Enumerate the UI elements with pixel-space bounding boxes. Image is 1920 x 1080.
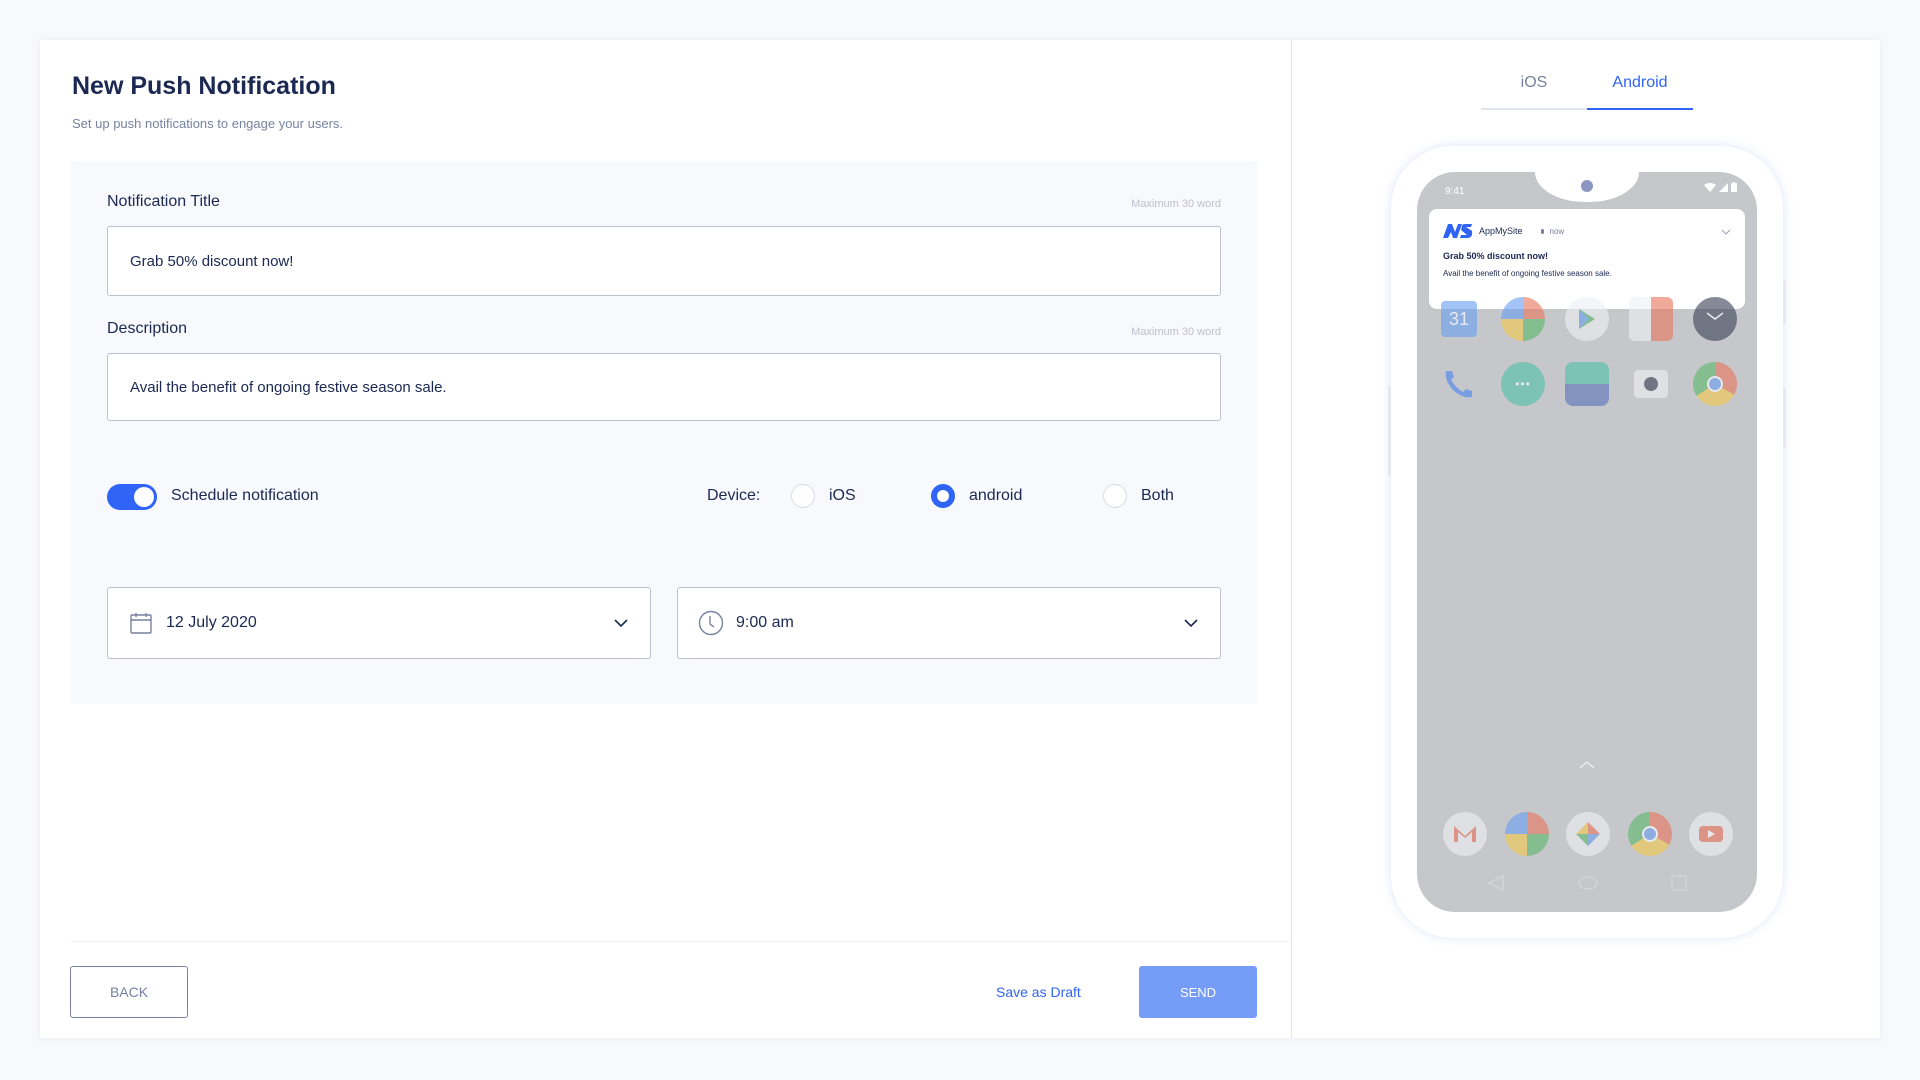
calendar-app-icon[interactable]: 31	[1441, 301, 1477, 337]
page-subtitle: Set up push notifications to engage your…	[72, 116, 344, 131]
notification-title-hint: Maximum 30 word	[1131, 198, 1221, 210]
phone-side-button	[1388, 386, 1391, 476]
notification-body: Avail the benefit of ongoing festive sea…	[1443, 269, 1612, 278]
expand-chevron-icon	[1721, 222, 1731, 240]
home-nav-icon[interactable]	[1578, 876, 1598, 890]
battery-icon	[1731, 182, 1737, 192]
footer-divider	[71, 941, 1291, 942]
phone-app-icon[interactable]	[1437, 362, 1481, 406]
tab-android[interactable]: Android	[1587, 64, 1693, 110]
back-button[interactable]: BACK	[70, 966, 188, 1018]
radio-button[interactable]	[1103, 484, 1127, 508]
device-radio-both[interactable]: Both	[1103, 483, 1174, 509]
description-input[interactable]	[107, 353, 1221, 421]
date-value: 12 July 2020	[166, 614, 257, 631]
radio-label: android	[969, 487, 1023, 504]
gallery-app-icon[interactable]	[1565, 362, 1609, 406]
calendar-icon	[128, 610, 154, 636]
main-card: New Push Notification Set up push notifi…	[40, 40, 1880, 1038]
toggle-knob	[134, 487, 154, 507]
notification-preview: AppMySite now Grab 50% discount now! Ava…	[1429, 209, 1745, 309]
radio-label: Both	[1141, 487, 1174, 504]
radio-label: iOS	[829, 487, 856, 504]
page-title: New Push Notification	[72, 72, 336, 100]
device-radio-android[interactable]: android	[931, 483, 1022, 509]
radio-button-selected[interactable]	[931, 484, 955, 508]
status-icons	[1704, 182, 1737, 192]
tab-ios[interactable]: iOS	[1481, 64, 1587, 108]
phone-mockup: 9:41 AppMySite now Grab 50% discount now…	[1388, 146, 1786, 938]
camera-app-icon[interactable]	[1634, 370, 1668, 398]
description-hint: Maximum 30 word	[1131, 326, 1221, 338]
appmysite-logo-icon	[1443, 224, 1473, 238]
phone-screen: 9:41 AppMySite now Grab 50% discount now…	[1417, 172, 1757, 912]
preview-panel: iOS Android 9:41 AppMySite now Grab 50% …	[1293, 40, 1880, 1038]
separator-dot	[1540, 228, 1544, 234]
chevron-down-icon	[612, 614, 630, 632]
form-box: Notification Title Maximum 30 word Descr…	[71, 161, 1257, 704]
form-panel: New Push Notification Set up push notifi…	[40, 40, 1292, 1038]
signal-icon	[1719, 182, 1728, 192]
home-row-1: 31	[1437, 297, 1737, 341]
play-store-icon[interactable]	[1565, 297, 1609, 341]
calculator-app-icon[interactable]	[1629, 297, 1673, 341]
recents-nav-icon[interactable]	[1671, 875, 1687, 891]
time-select[interactable]: 9:00 am	[677, 587, 1221, 659]
photos-app-icon[interactable]	[1566, 812, 1610, 856]
phone-side-button	[1783, 280, 1786, 324]
time-value: 9:00 am	[736, 614, 794, 631]
send-button[interactable]: SEND	[1139, 966, 1257, 1018]
messages-app-icon[interactable]: •••	[1501, 362, 1545, 406]
status-time: 9:41	[1445, 186, 1465, 197]
notification-time: now	[1549, 226, 1565, 236]
preview-tabs: iOS Android	[1481, 64, 1693, 110]
clock-icon	[698, 610, 724, 636]
notification-app-name: AppMySite	[1479, 226, 1523, 236]
notification-title: Grab 50% discount now!	[1443, 251, 1549, 261]
device-radio-ios[interactable]: iOS	[791, 483, 856, 509]
date-select[interactable]: 12 July 2020	[107, 587, 651, 659]
back-nav-icon[interactable]	[1487, 874, 1505, 892]
schedule-label: Schedule notification	[171, 487, 319, 504]
description-label: Description	[107, 320, 188, 337]
dock	[1443, 812, 1733, 856]
phone-side-button	[1783, 388, 1786, 448]
youtube-app-icon[interactable]	[1689, 812, 1733, 856]
android-nav-bar	[1487, 874, 1687, 892]
maps-app-icon[interactable]	[1504, 812, 1549, 856]
clock-app-icon[interactable]	[1693, 297, 1737, 341]
notification-title-label: Notification Title	[107, 193, 220, 210]
notification-title-input[interactable]	[107, 226, 1221, 296]
chrome-app-icon[interactable]	[1693, 362, 1737, 406]
schedule-toggle[interactable]	[107, 484, 157, 510]
camera-icon	[1581, 180, 1593, 192]
save-draft-link[interactable]: Save as Draft	[996, 984, 1081, 1000]
chevron-down-icon	[1182, 614, 1200, 632]
maps-app-icon[interactable]	[1501, 297, 1545, 341]
wifi-icon	[1704, 182, 1716, 192]
radio-button[interactable]	[791, 484, 815, 508]
chrome-app-icon[interactable]	[1627, 812, 1672, 856]
device-label: Device:	[707, 487, 761, 504]
home-row-2: •••	[1437, 362, 1737, 406]
swipe-up-chevron-icon	[1579, 756, 1595, 774]
gmail-app-icon[interactable]	[1443, 812, 1487, 856]
